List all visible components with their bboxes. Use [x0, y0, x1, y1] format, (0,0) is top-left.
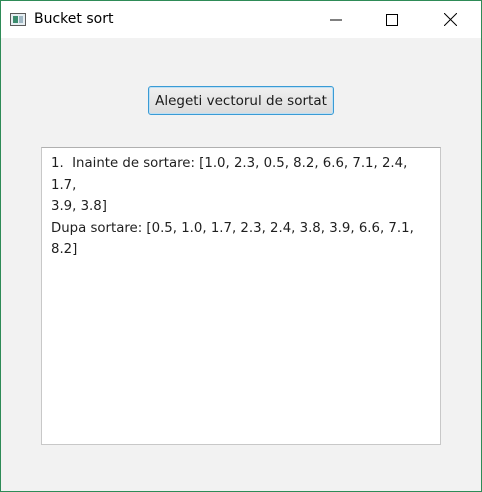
- output-line: Dupa sortare: [0.5, 1.0, 1.7, 2.3, 2.4, …: [51, 220, 419, 258]
- app-window: Bucket sort Alegeti vectorul de sortat 1…: [0, 0, 482, 492]
- minimize-button[interactable]: [313, 1, 359, 38]
- close-button[interactable]: [427, 1, 473, 38]
- window-title: Bucket sort: [34, 11, 114, 27]
- title-bar[interactable]: Bucket sort: [1, 1, 481, 38]
- choose-vector-button[interactable]: Alegeti vectorul de sortat: [148, 86, 334, 115]
- maximize-icon: [386, 13, 398, 26]
- close-icon: [443, 13, 457, 26]
- output-line: 3.9, 3.8]: [51, 199, 107, 214]
- app-icon: [10, 13, 26, 26]
- output-line: 1. Inainte de sortare: [1.0, 2.3, 0.5, 8…: [51, 156, 412, 193]
- output-textarea[interactable]: 1. Inainte de sortare: [1.0, 2.3, 0.5, 8…: [41, 147, 441, 445]
- maximize-button[interactable]: [369, 1, 415, 38]
- minimize-icon: [330, 19, 342, 20]
